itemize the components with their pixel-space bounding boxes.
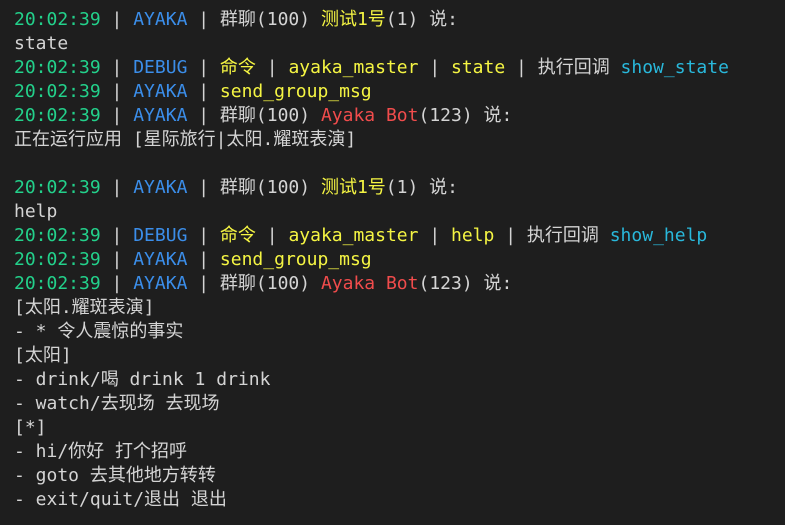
terminal-output[interactable]: 20:02:39 | AYAKA | 群聊(100) 测试1号(1) 说: sta…: [0, 0, 785, 525]
command-token: 命令: [219, 57, 256, 78]
log-line: [太阳.耀斑表演]: [14, 296, 785, 320]
log-text: | 群聊(100): [187, 105, 321, 126]
log-line: - hi/你好 打个招呼: [14, 440, 785, 464]
log-line: - * 令人震惊的事实: [14, 320, 785, 344]
callback-name: show_state: [620, 57, 729, 78]
log-source: AYAKA: [133, 105, 188, 126]
log-text: - goto 去其他地方转转: [14, 465, 216, 486]
log-text: | 群聊(100): [187, 273, 321, 294]
log-source: AYAKA: [133, 249, 188, 270]
separator: |: [187, 249, 220, 270]
log-text: - hi/你好 打个招呼: [14, 441, 188, 462]
separator: |: [187, 57, 220, 78]
log-line: 20:02:39 | DEBUG | 命令 | ayaka_master | s…: [14, 56, 785, 80]
log-text: [太阳]: [14, 345, 72, 366]
command-token: state: [451, 57, 506, 78]
command-token: ayaka_master: [288, 225, 419, 246]
timestamp: 20:02:39: [14, 105, 101, 126]
separator: |: [418, 225, 451, 246]
separator: |: [100, 9, 134, 30]
log-line: - watch/去现场 去现场: [14, 392, 785, 416]
separator: |: [100, 249, 134, 270]
log-line: 20:02:39 | AYAKA | send_group_msg: [14, 80, 785, 104]
log-text: (123) 说:: [418, 105, 513, 126]
separator: |: [100, 225, 134, 246]
separator: |: [187, 225, 220, 246]
log-line: 20:02:39 | AYAKA | 群聊(100) Ayaka Bot(123…: [14, 104, 785, 128]
log-line: - goto 去其他地方转转: [14, 464, 785, 488]
separator: |: [100, 57, 134, 78]
separator: |: [100, 105, 134, 126]
log-level: DEBUG: [133, 57, 188, 78]
log-source: AYAKA: [133, 177, 188, 198]
log-line: 20:02:39 | AYAKA | send_group_msg: [14, 248, 785, 272]
log-text: 正在运行应用 [星际旅行|太阳.耀斑表演]: [14, 129, 357, 150]
timestamp: 20:02:39: [14, 81, 101, 102]
log-source: AYAKA: [133, 81, 188, 102]
separator: |: [255, 225, 289, 246]
separator: |: [100, 177, 134, 198]
bot-name: Ayaka Bot: [320, 105, 419, 126]
log-line: 20:02:39 | AYAKA | 群聊(100) 测试1号(1) 说:: [14, 8, 785, 32]
log-line: 20:02:39 | AYAKA | 群聊(100) 测试1号(1) 说:: [14, 176, 785, 200]
timestamp: 20:02:39: [14, 249, 101, 270]
log-text: - drink/喝 drink 1 drink: [14, 369, 271, 390]
bot-name: Ayaka Bot: [320, 273, 419, 294]
sender-name: 测试1号: [320, 177, 386, 198]
separator: |: [100, 81, 134, 102]
separator: |: [187, 81, 220, 102]
separator: |: [255, 57, 289, 78]
log-line: - drink/喝 drink 1 drink: [14, 368, 785, 392]
log-text: - watch/去现场 去现场: [14, 393, 220, 414]
log-text: - exit/quit/退出 退出: [14, 489, 227, 510]
command-token: ayaka_master: [288, 57, 419, 78]
sender-name: 测试1号: [320, 9, 386, 30]
timestamp: 20:02:39: [14, 9, 101, 30]
log-text: [太阳.耀斑表演]: [14, 297, 155, 318]
callback-name: show_help: [609, 225, 708, 246]
log-text: | 执行回调: [505, 57, 621, 78]
timestamp: 20:02:39: [14, 177, 101, 198]
log-text: | 群聊(100): [187, 9, 321, 30]
log-line: state: [14, 32, 785, 56]
log-line: 正在运行应用 [星际旅行|太阳.耀斑表演]: [14, 128, 785, 152]
command-token: 命令: [219, 225, 256, 246]
log-line: [*]: [14, 416, 785, 440]
log-text: (123) 说:: [418, 273, 513, 294]
separator: |: [418, 57, 451, 78]
log-text: | 群聊(100): [187, 177, 321, 198]
log-level: DEBUG: [133, 225, 188, 246]
log-line: 20:02:39 | AYAKA | 群聊(100) Ayaka Bot(123…: [14, 272, 785, 296]
log-line: - exit/quit/退出 退出: [14, 488, 785, 512]
log-text: [*]: [14, 417, 47, 438]
command-token: send_group_msg: [219, 81, 372, 102]
log-line: 20:02:39 | DEBUG | 命令 | ayaka_master | h…: [14, 224, 785, 248]
command-token: help: [451, 225, 495, 246]
timestamp: 20:02:39: [14, 57, 101, 78]
log-source: AYAKA: [133, 273, 188, 294]
log-text: help: [14, 201, 58, 222]
log-source: AYAKA: [133, 9, 188, 30]
command-token: send_group_msg: [219, 249, 372, 270]
separator: |: [100, 273, 134, 294]
timestamp: 20:02:39: [14, 273, 101, 294]
log-line: [太阳]: [14, 344, 785, 368]
log-line: help: [14, 200, 785, 224]
log-text: - * 令人震惊的事实: [14, 321, 184, 342]
log-text: | 执行回调: [494, 225, 610, 246]
log-text: (1) 说:: [385, 177, 458, 198]
log-text: (1) 说:: [385, 9, 458, 30]
log-text: state: [14, 33, 69, 54]
timestamp: 20:02:39: [14, 225, 101, 246]
